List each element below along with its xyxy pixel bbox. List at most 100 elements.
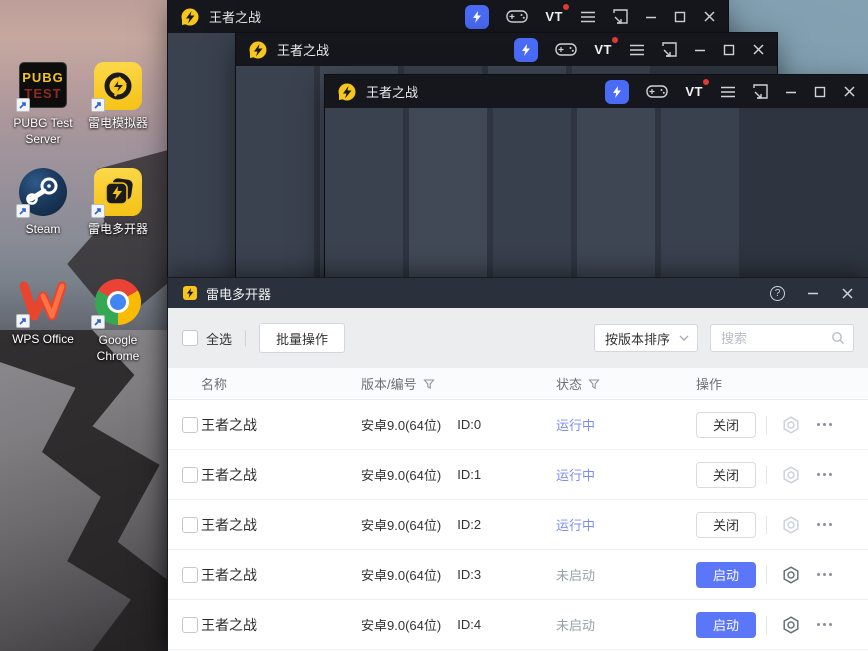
menu-icon[interactable] [629,44,645,56]
desktop-icon-google-chrome[interactable]: Google Chrome [76,278,160,364]
more-actions-icon[interactable] [815,569,834,580]
close-icon[interactable] [843,85,856,98]
desktop-icon-label: 雷电多开器 [87,222,148,236]
close-icon[interactable] [703,10,716,23]
status-badge: 未启动 [556,618,596,633]
instance-version: 安卓9.0(64位) [361,568,442,583]
status-badge: 运行中 [556,468,596,483]
desktop-icon-ld-multiplayer[interactable]: 雷电多开器 [76,168,160,237]
desktop-icon-label: PUBG Test Server [13,116,73,147]
ldplayer-logo-icon [338,83,356,100]
status-badge: 未启动 [556,568,596,583]
vt-icon[interactable]: VT [545,3,569,26]
minimize-icon[interactable] [807,287,819,299]
status-badge: 运行中 [556,518,596,533]
instance-id: ID:2 [457,517,482,532]
vt-notification-dot [563,3,569,10]
start-button[interactable]: 启动 [696,611,756,638]
start-button[interactable]: 启动 [696,561,756,588]
more-actions-icon[interactable] [815,469,834,480]
resize-icon[interactable] [753,84,768,99]
shortcut-arrow-icon [91,204,105,218]
chevron-down-icon [679,335,689,341]
ops-divider [766,515,767,534]
settings-gear-icon[interactable] [781,565,801,585]
toolbar-divider [245,330,247,346]
instance-id: ID:4 [457,617,482,632]
desktop-icon-label: Steam [25,222,61,236]
menu-icon[interactable] [580,11,596,23]
gamepad-icon[interactable] [506,9,529,24]
vt-icon[interactable]: VT [594,36,618,59]
row-checkbox[interactable] [182,466,198,483]
row-checkbox[interactable] [182,616,198,633]
more-actions-icon[interactable] [815,419,834,430]
row-checkbox[interactable] [182,516,198,533]
close-icon[interactable] [752,43,765,56]
desktop-icon-label: WPS Office [12,332,74,346]
boost-icon[interactable] [605,79,630,104]
instance-row: 王者之战 安卓9.0(64位) ID:2 运行中 关闭 [168,500,868,550]
help-icon[interactable]: ? [770,285,785,301]
shortcut-arrow-icon [91,315,105,329]
gamepad-icon[interactable] [555,42,578,57]
select-all-label: 全选 [206,331,233,347]
resize-icon[interactable] [662,42,677,57]
batch-operations-button[interactable]: 批量操作 [259,323,346,353]
instance-version: 安卓9.0(64位) [361,418,442,433]
maximize-icon[interactable] [723,44,735,56]
search-input[interactable] [713,330,831,346]
desktop-icon-label: Google Chrome [96,333,140,364]
instance-row: 王者之战 安卓9.0(64位) ID:1 运行中 关闭 [168,450,868,500]
instance-name: 王者之战 [201,466,257,483]
sort-dropdown[interactable]: 按版本排序 [594,324,698,352]
stop-button[interactable]: 关闭 [696,461,756,488]
desktop-icon-steam[interactable]: Steam [1,168,85,237]
shortcut-arrow-icon [16,314,30,328]
filter-icon[interactable] [588,378,600,390]
resize-icon[interactable] [613,9,628,24]
desktop-screen: PUBG TEST PUBG Test Server 雷电模拟器 Steam 雷… [0,0,868,651]
instance-id: ID:3 [457,567,482,582]
settings-gear-icon[interactable] [781,515,801,535]
instance-id: ID:1 [457,467,482,482]
vt-icon[interactable]: VT [685,78,709,101]
stop-button[interactable]: 关闭 [696,511,756,538]
minimize-icon[interactable] [785,86,797,98]
desktop-icon-wps-office[interactable]: WPS Office [1,278,85,347]
minimize-icon[interactable] [645,11,657,23]
maximize-icon[interactable] [814,86,826,98]
more-actions-icon[interactable] [815,619,834,630]
window-title: 王者之战 [209,10,262,25]
emulator-titlebar: 王者之战 VT [236,33,777,66]
boost-icon[interactable] [465,4,490,29]
menu-icon[interactable] [720,86,736,98]
desktop-icon-ldplayer[interactable]: 雷电模拟器 [76,62,160,131]
settings-gear-icon[interactable] [781,415,801,435]
filter-icon[interactable] [422,378,435,390]
row-checkbox[interactable] [182,566,198,583]
desktop-icon-pubg-test-server[interactable]: PUBG TEST PUBG Test Server [1,62,85,147]
instance-name: 王者之战 [201,416,257,433]
maximize-icon[interactable] [674,11,686,23]
gamepad-icon[interactable] [646,84,669,99]
instance-table: 王者之战 安卓9.0(64位) ID:0 运行中 关闭 王者之战 安卓9.0(6… [168,400,868,651]
window-title: 王者之战 [366,85,419,100]
minimize-icon[interactable] [694,44,706,56]
select-all-checkbox[interactable] [182,330,198,346]
header-operations: 操作 [696,377,723,392]
more-actions-icon[interactable] [815,519,834,530]
search-box[interactable] [710,324,854,352]
row-checkbox[interactable] [182,416,198,433]
status-badge: 运行中 [556,418,596,433]
emulator-titlebar: 王者之战 VT [168,0,728,33]
settings-gear-icon[interactable] [781,615,801,635]
close-icon[interactable] [841,287,854,300]
stop-button[interactable]: 关闭 [696,411,756,438]
settings-gear-icon[interactable] [781,465,801,485]
header-name: 名称 [201,377,228,392]
shortcut-arrow-icon [91,98,105,112]
pubg-icon-text: PUBG [22,69,64,85]
instance-id: ID:0 [457,417,482,432]
boost-icon[interactable] [514,37,539,62]
